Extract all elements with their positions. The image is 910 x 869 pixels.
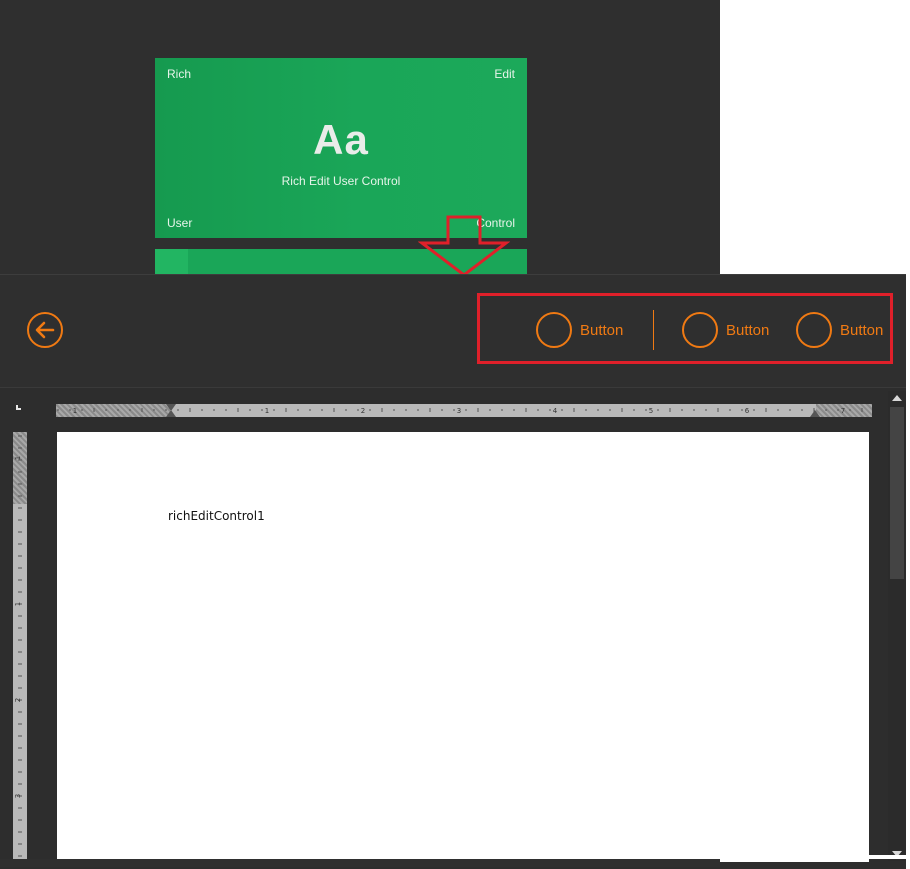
document-text[interactable]: richEditControl1 bbox=[168, 509, 265, 523]
ruler-label: 7 bbox=[841, 407, 845, 415]
second-tile[interactable] bbox=[155, 249, 527, 275]
scrollbar-thumb[interactable] bbox=[890, 407, 904, 579]
circle-icon bbox=[796, 312, 832, 348]
ruler-label: 4 bbox=[553, 407, 558, 415]
ruler-label: 3 bbox=[457, 407, 461, 415]
circle-icon bbox=[536, 312, 572, 348]
back-button[interactable] bbox=[27, 312, 63, 348]
vertical-ruler-ticks: 1 1 2 3 bbox=[14, 435, 22, 857]
arrow-left-icon bbox=[35, 321, 55, 339]
ruler-label: 1 bbox=[14, 602, 22, 606]
document-page[interactable]: richEditControl1 bbox=[57, 432, 869, 862]
tile-subtitle: Rich Edit User Control bbox=[281, 174, 401, 188]
rich-edit-control: 1 1 2 3 4 5 6 7 1 1 2 3 richEditControl1 bbox=[0, 387, 906, 869]
tile-glyph: Aa bbox=[313, 116, 369, 163]
toolbar-button-label: Button bbox=[840, 321, 884, 339]
toolbar-button-2[interactable]: Button bbox=[682, 310, 769, 350]
ruler-label: 6 bbox=[745, 407, 750, 415]
tile-label-top-left: Rich bbox=[167, 67, 192, 81]
main-window: Button Button Button 1 1 2 3 4 5 6 7 1 1 2 3 ri… bbox=[0, 274, 906, 869]
tile-window: Rich Edit Aa Rich Edit User Control User… bbox=[0, 0, 720, 275]
second-tile-strip bbox=[155, 249, 188, 275]
toolbar-button-1[interactable]: Button bbox=[536, 310, 623, 350]
tile-label-top-right: Edit bbox=[494, 67, 515, 81]
tab-selector[interactable] bbox=[16, 405, 21, 410]
bottom-window-strip bbox=[0, 859, 720, 867]
vertical-scrollbar[interactable] bbox=[888, 391, 906, 861]
tile-label-bottom-right: Control bbox=[476, 216, 515, 230]
horizontal-ruler[interactable]: 1 1 2 3 4 5 6 7 bbox=[56, 404, 872, 417]
ruler-label: 1 bbox=[14, 456, 22, 460]
ruler-label: 2 bbox=[361, 407, 365, 415]
toolbar-button-label: Button bbox=[580, 321, 624, 339]
scroll-up-icon[interactable] bbox=[892, 395, 902, 401]
header-bar: Button Button Button bbox=[0, 275, 906, 387]
vertical-ruler[interactable]: 1 1 2 3 bbox=[13, 432, 27, 862]
ruler-label: 5 bbox=[649, 407, 653, 415]
circle-icon bbox=[682, 312, 718, 348]
ruler-ticks: 1 1 2 3 4 5 6 7 bbox=[57, 404, 863, 417]
rich-edit-tile[interactable]: Rich Edit Aa Rich Edit User Control User… bbox=[155, 58, 527, 238]
ruler-label: 3 bbox=[14, 794, 22, 798]
toolbar-separator bbox=[653, 310, 654, 350]
toolbar-button-label: Button bbox=[726, 321, 770, 339]
ruler-label: 1 bbox=[265, 407, 269, 415]
ruler-label: 1 bbox=[73, 407, 77, 415]
ruler-label: 2 bbox=[14, 698, 22, 702]
tile-label-bottom-left: User bbox=[167, 216, 193, 230]
toolbar-button-3[interactable]: Button bbox=[796, 310, 883, 350]
